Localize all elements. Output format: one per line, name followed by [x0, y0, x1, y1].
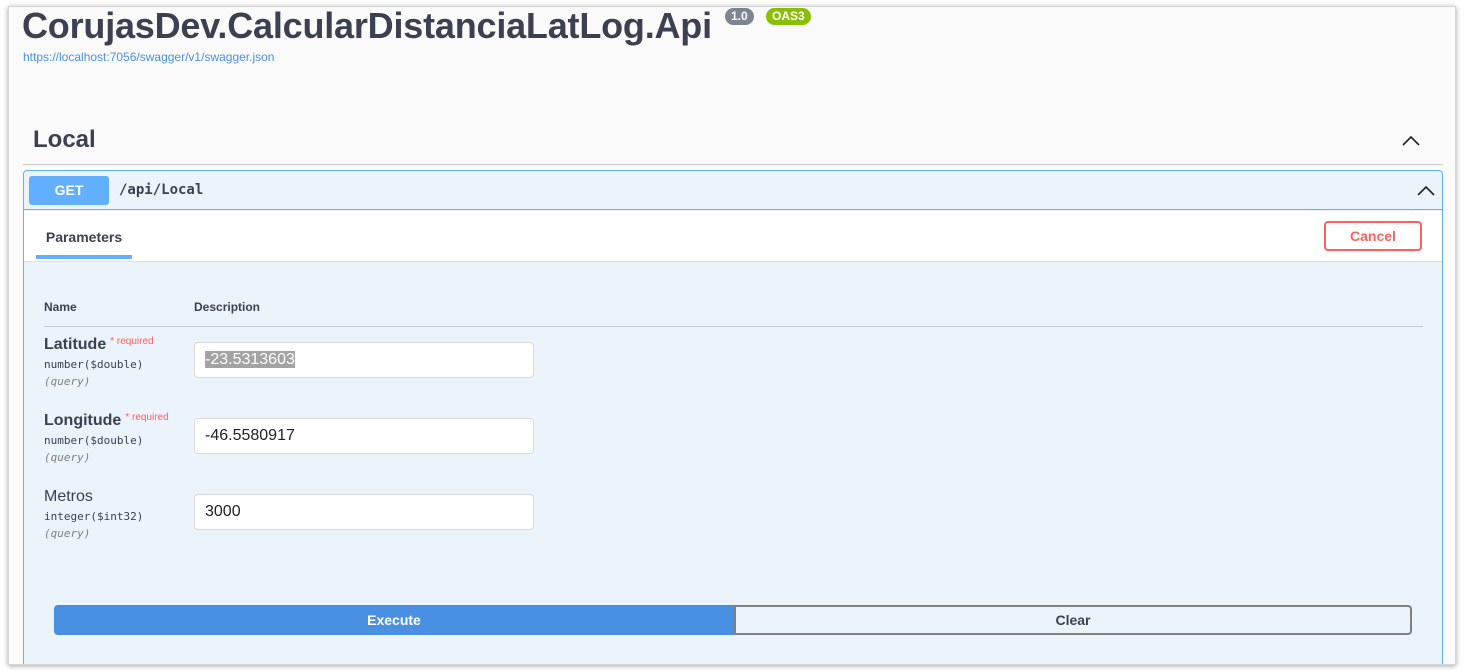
execute-button[interactable]: Execute: [54, 605, 734, 635]
param-location: (query): [44, 527, 91, 540]
param-longitude: Longitude * required number($double) (que…: [44, 412, 169, 464]
required-label: * required: [125, 412, 169, 423]
version-badge: 1.0: [725, 8, 754, 25]
tag-title: Local: [33, 126, 96, 153]
param-location: (query): [44, 375, 91, 388]
cancel-button[interactable]: Cancel: [1324, 221, 1422, 251]
latitude-input[interactable]: -23.5313603: [194, 342, 534, 378]
chevron-up-icon[interactable]: [1401, 131, 1421, 151]
param-latitude: Latitude * required number($double) (quer…: [44, 336, 154, 388]
tab-parameters[interactable]: Parameters: [36, 229, 132, 259]
param-name: Metros: [44, 488, 93, 505]
operation-summary[interactable]: GET /api/Local: [24, 171, 1442, 210]
param-type: integer($int32): [44, 510, 144, 523]
param-name: Longitude: [44, 412, 122, 429]
selected-text: -23.5313603: [205, 351, 295, 368]
param-type: number($double): [44, 434, 144, 447]
table-divider: [44, 326, 1423, 327]
parameters-bar: Parameters Cancel: [24, 211, 1442, 262]
param-name: Latitude: [44, 336, 107, 353]
column-header-description: Description: [194, 300, 261, 314]
required-label: * required: [110, 336, 154, 347]
oas-badge: OAS3: [766, 8, 811, 25]
metros-input[interactable]: 3000: [194, 494, 534, 530]
clear-button[interactable]: Clear: [734, 605, 1412, 635]
api-title: CorujasDev.CalcularDistanciaLatLog.Api: [22, 6, 712, 46]
operation-block-get: GET /api/Local Parameters Cancel Name De…: [23, 170, 1443, 664]
tag-section-header[interactable]: Local: [23, 115, 1443, 165]
swagger-ui-frame: CorujasDev.CalcularDistanciaLatLog.Api 1…: [8, 6, 1456, 665]
column-header-name: Name: [44, 300, 77, 314]
execute-wrapper: Execute Clear: [54, 605, 1412, 635]
chevron-up-icon[interactable]: [1416, 181, 1436, 201]
param-type: number($double): [44, 358, 144, 371]
swagger-json-link[interactable]: https://localhost:7056/swagger/v1/swagge…: [23, 50, 274, 64]
longitude-input[interactable]: -46.5580917: [194, 418, 534, 454]
param-metros: Metros integer($int32) (query): [44, 488, 143, 540]
method-badge: GET: [29, 176, 109, 205]
param-location: (query): [44, 451, 91, 464]
operation-path: /api/Local: [119, 182, 204, 198]
